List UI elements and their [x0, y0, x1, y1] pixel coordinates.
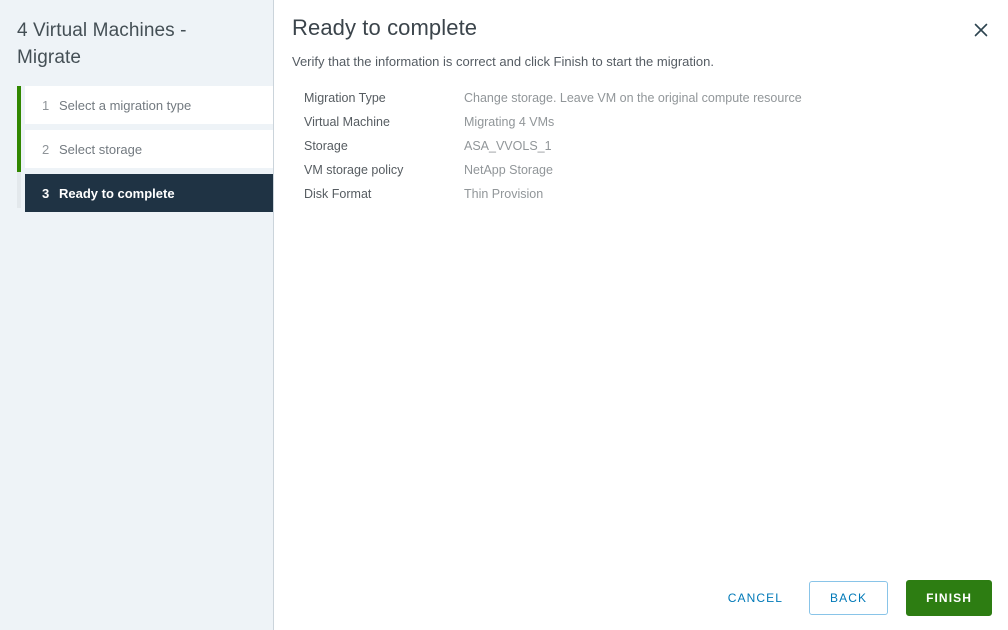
- wizard-step-list: 1 Select a migration type 2 Select stora…: [17, 86, 274, 212]
- detail-label: VM storage policy: [304, 163, 404, 177]
- detail-value: Change storage. Leave VM on the original…: [464, 91, 802, 105]
- step-number: 3: [42, 185, 50, 201]
- summary-details-list: Migration Type Change storage. Leave VM …: [288, 91, 988, 211]
- finish-button[interactable]: FINISH: [906, 580, 992, 616]
- page-subtitle: Verify that the information is correct a…: [292, 54, 714, 69]
- wizard-footer: CANCEL BACK FINISH: [274, 566, 1008, 630]
- wizard-sidebar: 4 Virtual Machines - Migrate 1 Select a …: [0, 0, 274, 630]
- sidebar-step-select-storage[interactable]: 2 Select storage: [25, 130, 273, 168]
- detail-row-disk-format: Disk Format Thin Provision: [304, 187, 988, 211]
- sidebar-step-select-a-migration-type[interactable]: 1 Select a migration type: [25, 86, 273, 124]
- detail-label: Virtual Machine: [304, 115, 390, 129]
- migrate-wizard-dialog: 4 Virtual Machines - Migrate 1 Select a …: [0, 0, 1008, 630]
- detail-row-virtual-machine: Virtual Machine Migrating 4 VMs: [304, 115, 988, 139]
- step-progress-rail: [17, 86, 21, 208]
- step-label: Ready to complete: [59, 185, 175, 201]
- sidebar-step-ready-to-complete[interactable]: 3 Ready to complete: [25, 174, 273, 212]
- detail-row-vm-storage-policy: VM storage policy NetApp Storage: [304, 163, 988, 187]
- wizard-content: Ready to complete Verify that the inform…: [274, 0, 1008, 630]
- step-label: Select a migration type: [59, 97, 192, 113]
- detail-value: Migrating 4 VMs: [464, 115, 555, 129]
- back-button[interactable]: BACK: [808, 581, 889, 615]
- close-icon: [974, 23, 988, 37]
- detail-label: Storage: [304, 139, 348, 153]
- close-button[interactable]: [968, 17, 994, 43]
- wizard-title: 4 Virtual Machines - Migrate: [17, 20, 187, 68]
- cancel-button[interactable]: CANCEL: [714, 583, 797, 613]
- detail-value: NetApp Storage: [464, 163, 553, 177]
- detail-value: ASA_VVOLS_1: [464, 139, 552, 153]
- detail-row-storage: Storage ASA_VVOLS_1: [304, 139, 988, 163]
- step-progress-fill: [17, 86, 21, 172]
- page-title: Ready to complete: [292, 15, 478, 40]
- step-number: 1: [42, 97, 50, 113]
- step-number: 2: [42, 141, 50, 157]
- detail-row-migration-type: Migration Type Change storage. Leave VM …: [304, 91, 988, 115]
- step-label: Select storage: [59, 141, 143, 157]
- detail-label: Migration Type: [304, 91, 386, 105]
- content-inner: Ready to complete Verify that the inform…: [274, 0, 1008, 211]
- detail-label: Disk Format: [304, 187, 372, 201]
- detail-value: Thin Provision: [464, 187, 544, 201]
